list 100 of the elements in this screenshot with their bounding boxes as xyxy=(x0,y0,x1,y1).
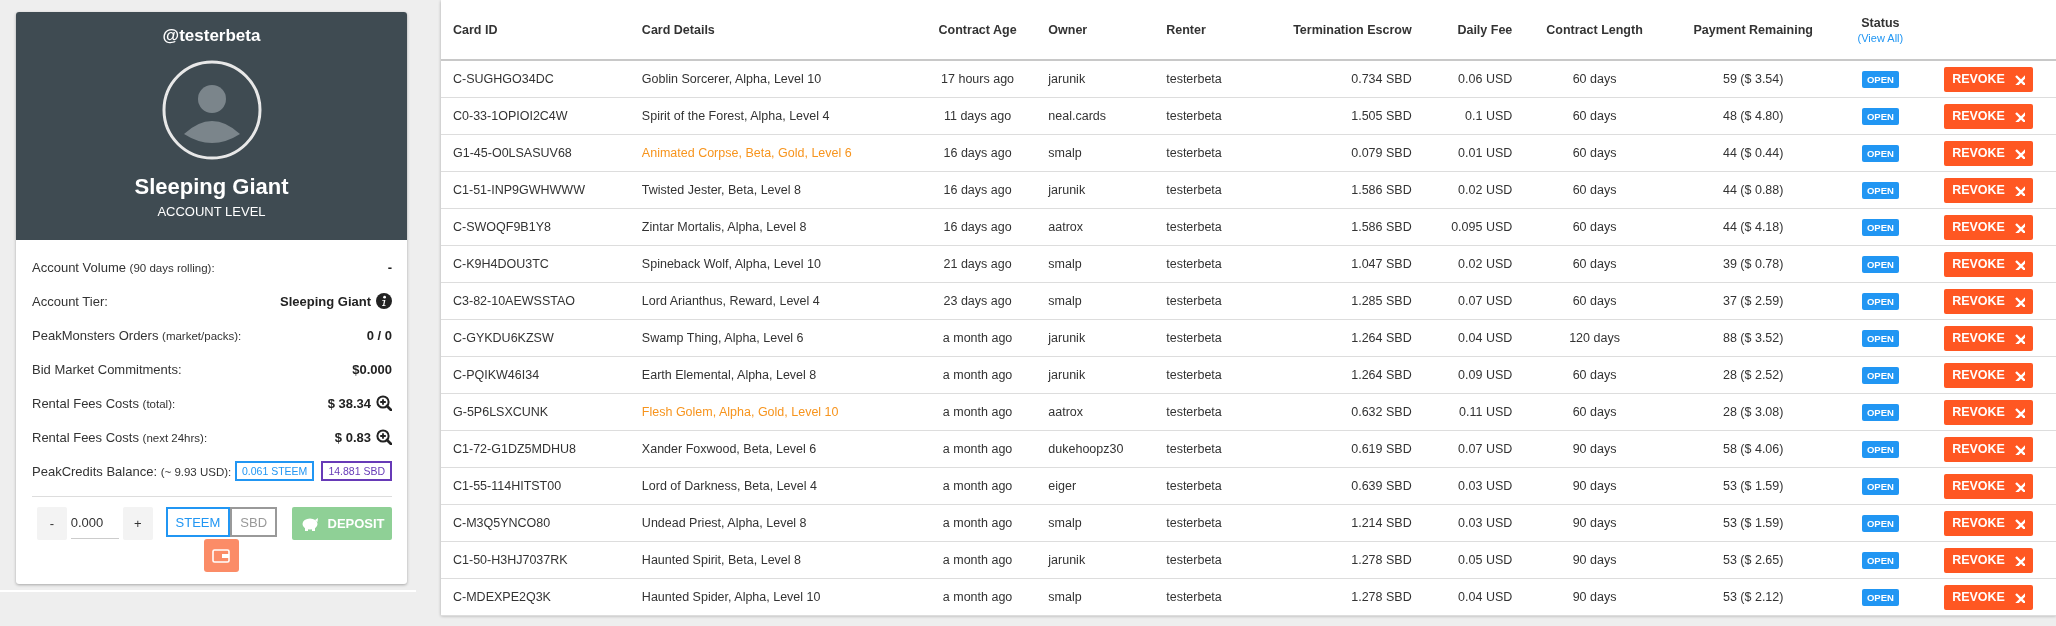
revoke-button[interactable]: REVOKE xyxy=(1944,510,2033,536)
status-badge: OPEN xyxy=(1861,329,1899,347)
revoke-button[interactable]: REVOKE xyxy=(1944,177,2033,203)
table-cell: a month ago xyxy=(942,405,1013,419)
close-icon xyxy=(2013,110,2025,122)
table-cell: C-GYKDU6KZSW xyxy=(453,331,554,345)
close-icon xyxy=(2013,221,2025,233)
table-cell: testerbeta xyxy=(1166,479,1222,493)
table-cell: smalp xyxy=(1048,294,1082,308)
revoke-button[interactable]: REVOKE xyxy=(1944,399,2033,425)
status-badge: OPEN xyxy=(1861,70,1899,88)
revoke-button[interactable]: REVOKE xyxy=(1944,547,2033,573)
table-cell: smalp xyxy=(1048,516,1082,530)
table-cell: 0.619 SBD xyxy=(1351,442,1412,456)
stat-label: Rental Fees Costs (next 24hrs): xyxy=(32,429,208,445)
column-header: Owner xyxy=(1048,22,1088,37)
close-icon xyxy=(2013,295,2025,307)
table-cell: 60 days xyxy=(1572,368,1617,382)
table-cell: 0.095 USD xyxy=(1451,220,1513,234)
column-header: Contract Length xyxy=(1546,22,1643,37)
revoke-button[interactable]: REVOKE xyxy=(1944,251,2033,277)
table-cell: C1-51-INP9GWHWWW xyxy=(453,183,585,197)
close-icon xyxy=(2013,258,2025,270)
table-cell: aatrox xyxy=(1048,220,1084,234)
table-cell: Haunted Spider, Alpha, Level 10 xyxy=(641,590,821,604)
stat-label: Account Volume (90 days rolling): xyxy=(32,259,215,275)
stat-value: $ 0.83 xyxy=(334,429,371,445)
table-cell: 0.07 USD xyxy=(1458,442,1513,456)
revoke-button[interactable]: REVOKE xyxy=(1944,288,2033,314)
table-cell: G-5P6LSXCUNK xyxy=(453,405,549,419)
table-cell: testerbeta xyxy=(1166,553,1222,567)
table-cell: Lord Arianthus, Reward, Level 4 xyxy=(641,294,820,308)
decrement-button[interactable]: - xyxy=(37,507,67,540)
table-cell: 48 ($ 4.80) xyxy=(1723,109,1784,123)
table-cell: 60 days xyxy=(1572,109,1617,123)
revoke-button[interactable]: REVOKE xyxy=(1944,103,2033,129)
table-cell: Undead Priest, Alpha, Level 8 xyxy=(641,516,807,530)
table-cell: 0.11 USD xyxy=(1459,405,1513,419)
table-cell: a month ago xyxy=(942,442,1013,456)
revoke-button[interactable]: REVOKE xyxy=(1944,66,2033,92)
table-cell: 60 days xyxy=(1572,294,1617,308)
table-cell: Zintar Mortalis, Alpha, Level 8 xyxy=(641,220,807,234)
stat-label: Bid Market Commitments: xyxy=(32,361,182,377)
column-header: Termination Escrow xyxy=(1293,22,1412,37)
table-cell: Twisted Jester, Beta, Level 8 xyxy=(641,183,801,197)
table-cell: 88 ($ 3.52) xyxy=(1723,331,1784,345)
table-cell: 60 days xyxy=(1572,146,1617,160)
currency-toggle[interactable]: SBD xyxy=(230,507,278,537)
table-cell: 1.586 SBD xyxy=(1351,220,1412,234)
table-cell: a month ago xyxy=(942,553,1013,567)
stat-value: Sleeping Giant xyxy=(280,293,371,309)
increment-button[interactable]: + xyxy=(122,507,153,540)
close-icon xyxy=(2013,406,2025,418)
close-icon xyxy=(2013,147,2025,159)
table-cell: 53 ($ 2.12) xyxy=(1723,590,1784,604)
table-cell: 0.02 USD xyxy=(1458,257,1513,271)
table-cell: 90 days xyxy=(1572,442,1617,456)
table-cell: 90 days xyxy=(1572,590,1617,604)
table-cell: aatrox xyxy=(1048,405,1084,419)
table-cell: 1.047 SBD xyxy=(1351,257,1412,271)
table-cell: 1.285 SBD xyxy=(1351,294,1412,308)
table-cell: 0.03 USD xyxy=(1458,479,1513,493)
table-cell: 28 ($ 3.08) xyxy=(1723,405,1784,419)
revoke-button[interactable]: REVOKE xyxy=(1944,436,2033,462)
table-cell: a month ago xyxy=(942,479,1013,493)
table-cell: 16 days ago xyxy=(943,146,1012,160)
table-cell: 37 ($ 2.59) xyxy=(1723,294,1784,308)
table-cell: 0.632 SBD xyxy=(1351,405,1412,419)
account-level-caption: ACCOUNT LEVEL xyxy=(157,204,266,219)
table-cell: a month ago xyxy=(942,368,1013,382)
table-cell: 1.586 SBD xyxy=(1351,183,1412,197)
table-cell: Goblin Sorcerer, Alpha, Level 10 xyxy=(641,72,822,86)
revoke-button[interactable]: REVOKE xyxy=(1944,325,2033,351)
table-cell: jarunik xyxy=(1048,183,1086,197)
table-cell: jarunik xyxy=(1048,553,1086,567)
table-cell: 60 days xyxy=(1572,183,1617,197)
info-icon[interactable] xyxy=(376,293,392,309)
revoke-button[interactable]: REVOKE xyxy=(1944,140,2033,166)
revoke-button[interactable]: REVOKE xyxy=(1944,584,2033,610)
table-cell: 28 ($ 2.52) xyxy=(1723,368,1784,382)
revoke-button[interactable]: REVOKE xyxy=(1944,362,2033,388)
table-cell: 58 ($ 4.06) xyxy=(1723,442,1784,456)
table-cell: Lord of Darkness, Beta, Level 4 xyxy=(641,479,817,493)
table-cell: testerbeta xyxy=(1166,109,1222,123)
column-header: Card ID xyxy=(453,22,498,37)
currency-toggle[interactable]: STEEM xyxy=(165,507,231,537)
table-cell: dukehoopz30 xyxy=(1048,442,1124,456)
table-cell: 90 days xyxy=(1572,553,1617,567)
table-cell: jarunik xyxy=(1048,331,1086,345)
zoom-in-icon[interactable] xyxy=(376,395,392,411)
zoom-in-icon[interactable] xyxy=(376,429,392,445)
close-icon xyxy=(2013,369,2025,381)
table-cell: 1.264 SBD xyxy=(1351,331,1412,345)
view-all-link[interactable]: (View All) xyxy=(1857,31,1904,44)
table-cell: 44 ($ 0.88) xyxy=(1723,183,1784,197)
stat-label: PeakMonsters Orders (market/packs): xyxy=(32,327,242,343)
deposit-button[interactable]: DEPOSIT xyxy=(292,507,392,540)
column-header: Contract Age xyxy=(938,22,1017,37)
revoke-button[interactable]: REVOKE xyxy=(1944,214,2033,240)
revoke-button[interactable]: REVOKE xyxy=(1944,473,2033,499)
